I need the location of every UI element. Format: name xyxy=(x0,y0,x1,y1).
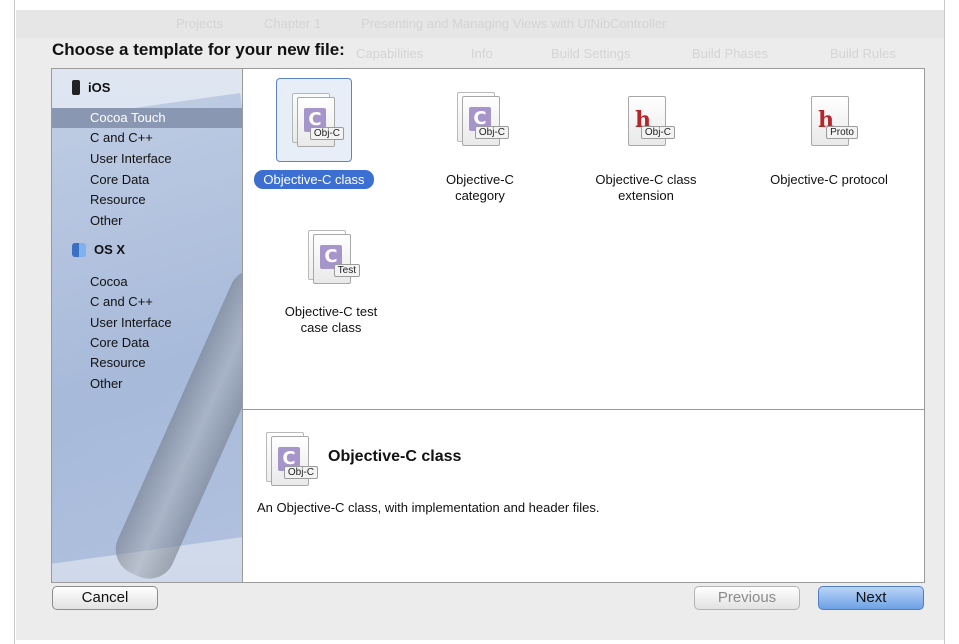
sidebar-item-cocoa-touch[interactable]: Cocoa Touch xyxy=(52,108,242,128)
objc-class-file-icon: C Obj-C xyxy=(276,78,352,162)
objc-badge: Obj-C xyxy=(474,126,509,139)
ghost-tab-info: Info xyxy=(471,46,493,61)
ghost-tab-capabilities: Capabilities xyxy=(356,46,424,61)
left-frame-line xyxy=(14,0,15,644)
template-panel: iOS Cocoa Touch C and C++ User Interface… xyxy=(51,68,925,583)
sidebar-item-user-interface[interactable]: User Interface xyxy=(52,149,242,169)
doc-icon: C Obj-C xyxy=(271,436,318,486)
ghost-tab-build-settings: Build Settings xyxy=(551,46,631,61)
objc-badge: Obj-C xyxy=(309,127,344,140)
sidebar-item-other[interactable]: Other xyxy=(52,211,242,231)
objc-protocol-file-icon: h Proto xyxy=(791,78,867,162)
sidebar-item-cocoa[interactable]: Cocoa xyxy=(52,272,242,292)
background-window-toolbar: Projects Chapter 1 Presenting and Managi… xyxy=(16,10,944,38)
ghost-tab-build-phases: Build Phases xyxy=(692,46,768,61)
sidebar-item-osx-other[interactable]: Other xyxy=(52,374,242,394)
ghost-breadcrumb-2: Chapter 1 xyxy=(264,16,322,31)
doc-icon: C Obj-C xyxy=(462,96,509,146)
sidebar-item-osx-user-interface[interactable]: User Interface xyxy=(52,313,242,333)
template-label: Objective-C class extension xyxy=(595,172,697,203)
template-label: Objective-C protocol xyxy=(770,172,888,187)
dialog-title: Choose a template for your new file: xyxy=(52,40,345,59)
sidebar-item-resource[interactable]: Resource xyxy=(52,190,242,210)
sidebar-item-core-data[interactable]: Core Data xyxy=(52,170,242,190)
right-frame-line xyxy=(944,0,945,644)
template-label-text: Objective-C class xyxy=(254,170,374,189)
finder-icon xyxy=(72,242,86,257)
sidebar-item-osx-c-and-cpp[interactable]: C and C++ xyxy=(52,292,242,312)
objc-badge: Obj-C xyxy=(283,466,318,479)
template-objc-category[interactable]: C Obj-C Objective-C category xyxy=(410,78,550,204)
template-objc-test-case-class[interactable]: C Test Objective-C test case class xyxy=(261,216,401,336)
ghost-tab-build-rules: Build Rules xyxy=(830,46,896,61)
template-details: C Obj-C Objective-C class An Objective-C… xyxy=(243,410,924,582)
template-chooser-sheet: Projects Chapter 1 Presenting and Managi… xyxy=(16,10,944,640)
details-file-icon: C Obj-C xyxy=(265,432,318,488)
sidebar-item-osx-core-data[interactable]: Core Data xyxy=(52,333,242,353)
section-ios-label: iOS xyxy=(88,80,111,95)
cancel-button[interactable]: Cancel xyxy=(52,586,158,610)
ghost-breadcrumb-1: Projects xyxy=(176,16,223,31)
iphone-icon xyxy=(72,80,80,95)
next-button[interactable]: Next xyxy=(818,586,924,610)
doc-icon: C Obj-C xyxy=(297,97,344,147)
objc-category-file-icon: C Obj-C xyxy=(442,78,518,162)
template-label: Objective-C class xyxy=(244,170,384,189)
sidebar-item-c-and-cpp[interactable]: C and C++ xyxy=(52,128,242,148)
proto-badge: Proto xyxy=(826,126,858,139)
doc-icon: h Proto xyxy=(811,96,858,146)
template-objc-class[interactable]: C Obj-C Objective-C class xyxy=(244,78,384,189)
template-grid: C Obj-C Objective-C class C Obj-C Object… xyxy=(243,69,924,409)
doc-icon: h Obj-C xyxy=(628,96,675,146)
ghost-breadcrumb-3: Presenting and Managing Views with UINib… xyxy=(361,16,667,31)
objc-extension-file-icon: h Obj-C xyxy=(608,78,684,162)
template-category-sidebar: iOS Cocoa Touch C and C++ User Interface… xyxy=(52,69,243,582)
sidebar-item-osx-resource[interactable]: Resource xyxy=(52,353,242,373)
details-title: Objective-C class xyxy=(328,448,462,465)
test-badge: Test xyxy=(333,264,360,277)
section-osx: OS X xyxy=(72,242,125,257)
doc-icon: C Test xyxy=(313,234,360,284)
template-label: Objective-C test case class xyxy=(284,304,378,335)
previous-button[interactable]: Previous xyxy=(694,586,800,610)
template-objc-class-extension[interactable]: h Obj-C Objective-C class extension xyxy=(576,78,716,204)
template-objc-protocol[interactable]: h Proto Objective-C protocol xyxy=(749,78,909,188)
section-osx-label: OS X xyxy=(94,242,126,257)
objc-test-file-icon: C Test xyxy=(293,216,369,300)
section-ios: iOS xyxy=(72,80,110,95)
objc-badge: Obj-C xyxy=(640,126,675,139)
template-label: Objective-C category xyxy=(446,172,514,203)
details-description: An Objective-C class, with implementatio… xyxy=(257,500,600,515)
